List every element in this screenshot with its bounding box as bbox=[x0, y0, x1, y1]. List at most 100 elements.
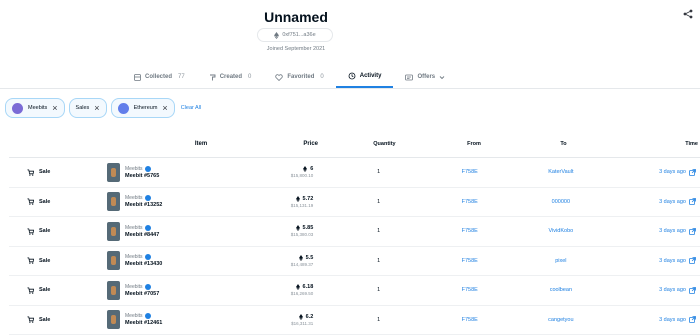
external-link-icon[interactable] bbox=[689, 257, 696, 265]
table-row[interactable]: Sale Meebits Meebit #7057 6.18 $16,269.5… bbox=[9, 276, 700, 306]
time-link[interactable]: 3 days ago bbox=[614, 227, 700, 235]
table-row[interactable]: Sale Meebits Meebit #12461 6.2 $16,311.3… bbox=[9, 306, 700, 335]
collection-name[interactable]: Meebits bbox=[125, 166, 143, 172]
from-link[interactable]: F758E bbox=[432, 199, 508, 205]
from-link[interactable]: F758E bbox=[432, 317, 508, 323]
time-link[interactable]: 3 days ago bbox=[614, 316, 700, 324]
table-row[interactable]: Sale Meebits Meebit #5765 6 $15,800.10 1… bbox=[9, 158, 700, 188]
from-link[interactable]: F758E bbox=[432, 228, 508, 234]
verified-badge-icon bbox=[144, 254, 151, 261]
time-link[interactable]: 3 days ago bbox=[614, 257, 700, 265]
close-icon[interactable]: × bbox=[94, 103, 99, 113]
filter-chip-ethereum[interactable]: Ethereum × bbox=[110, 98, 175, 118]
filter-chip-sales[interactable]: Sales × bbox=[68, 98, 107, 118]
verified-badge-icon bbox=[144, 313, 151, 320]
external-link-icon[interactable] bbox=[689, 227, 696, 235]
item-name[interactable]: Meebit #13252 bbox=[125, 202, 162, 208]
to-link[interactable]: 000000 bbox=[508, 199, 615, 205]
collection-name[interactable]: Meebits bbox=[125, 284, 143, 290]
collection-name[interactable]: Meebits bbox=[125, 313, 143, 319]
external-link-icon[interactable] bbox=[689, 168, 696, 176]
tab-created[interactable]: Created 0 bbox=[197, 66, 264, 88]
time-label[interactable]: 3 days ago bbox=[659, 287, 686, 293]
close-icon[interactable]: × bbox=[162, 103, 167, 113]
collection-name-line: Meebits bbox=[125, 165, 159, 172]
table-row[interactable]: Sale Meebits Meebit #13430 5.5 $14,489.3… bbox=[9, 247, 700, 276]
from-link[interactable]: F758E bbox=[432, 287, 508, 293]
item-cell[interactable]: Meebits Meebit #5765 bbox=[91, 162, 253, 182]
verified-badge-icon bbox=[144, 165, 151, 172]
external-link-icon[interactable] bbox=[689, 198, 696, 206]
ethereum-icon bbox=[274, 31, 280, 39]
tab-label: Activity bbox=[359, 73, 382, 79]
usd-price: $15,800.10 bbox=[290, 173, 314, 179]
nft-thumbnail[interactable] bbox=[107, 162, 121, 182]
item-name[interactable]: Meebit #7057 bbox=[125, 291, 159, 297]
ethereum-icon bbox=[298, 313, 303, 320]
tab-favorited[interactable]: Favorited 0 bbox=[263, 66, 335, 88]
nft-thumbnail[interactable] bbox=[107, 280, 121, 300]
item-name[interactable]: Meebit #5765 bbox=[125, 173, 159, 179]
to-link[interactable]: pixel bbox=[508, 258, 615, 264]
item-cell[interactable]: Meebits Meebit #8447 bbox=[91, 221, 253, 241]
item-cell[interactable]: Meebits Meebit #12461 bbox=[91, 310, 253, 330]
cart-icon bbox=[27, 169, 34, 176]
clear-all-button[interactable]: Clear All bbox=[181, 105, 201, 111]
tab-collected[interactable]: Collected 77 bbox=[122, 66, 197, 88]
collection-name-line: Meebits bbox=[125, 283, 159, 290]
to-link[interactable]: cangetyou bbox=[508, 317, 615, 323]
external-link-icon[interactable] bbox=[689, 286, 696, 294]
verified-badge-icon bbox=[144, 283, 151, 290]
share-button[interactable] bbox=[680, 6, 696, 22]
time-label[interactable]: 3 days ago bbox=[659, 317, 686, 323]
nft-thumbnail[interactable] bbox=[107, 251, 121, 271]
item-cell[interactable]: Meebits Meebit #13252 bbox=[91, 192, 253, 212]
event-label: Sale bbox=[39, 257, 51, 264]
activity-table: Item Price Quantity From To Time Sale Me… bbox=[9, 130, 700, 335]
time-link[interactable]: 3 days ago bbox=[614, 168, 700, 176]
item-cell[interactable]: Meebits Meebit #7057 bbox=[91, 280, 253, 300]
close-icon[interactable]: × bbox=[52, 103, 57, 113]
profile-username: Unnamed bbox=[264, 9, 328, 25]
time-label[interactable]: 3 days ago bbox=[659, 199, 686, 205]
time-link[interactable]: 3 days ago bbox=[614, 198, 700, 206]
quantity-cell: 1 bbox=[377, 228, 381, 235]
ethereum-icon bbox=[298, 254, 303, 261]
tab-label: Collected bbox=[145, 74, 173, 80]
to-link[interactable]: VividKobo bbox=[508, 228, 615, 234]
header-quantity: Quantity bbox=[373, 140, 396, 147]
collection-name[interactable]: Meebits bbox=[125, 225, 143, 231]
wallet-address: 0xf751...a36e bbox=[282, 32, 316, 38]
price-cell: 5.85 $15,380.03 bbox=[253, 225, 325, 237]
to-link[interactable]: coolbean bbox=[508, 287, 615, 293]
nft-thumbnail[interactable] bbox=[107, 310, 121, 330]
nft-thumbnail[interactable] bbox=[107, 192, 121, 212]
brush-icon bbox=[209, 74, 216, 80]
price-cell: 6 $15,800.10 bbox=[253, 166, 325, 178]
table-row[interactable]: Sale Meebits Meebit #8447 5.85 $15,380.0… bbox=[9, 217, 700, 247]
collection-name[interactable]: Meebits bbox=[125, 195, 143, 201]
time-label[interactable]: 3 days ago bbox=[659, 169, 686, 175]
external-link-icon[interactable] bbox=[689, 316, 696, 324]
tab-activity[interactable]: Activity bbox=[335, 66, 394, 88]
table-row[interactable]: Sale Meebits Meebit #13252 5.72 $15,131.… bbox=[9, 188, 700, 217]
tab-label: Favorited bbox=[287, 74, 315, 80]
item-cell[interactable]: Meebits Meebit #13430 bbox=[91, 251, 253, 271]
from-link[interactable]: F758E bbox=[432, 169, 508, 175]
item-name[interactable]: Meebit #13430 bbox=[125, 261, 162, 267]
time-label[interactable]: 3 days ago bbox=[659, 258, 686, 264]
joined-date: Joined September 2021 bbox=[266, 46, 326, 52]
tab-offers[interactable]: Offers bbox=[393, 66, 457, 88]
collection-name[interactable]: Meebits bbox=[125, 254, 143, 260]
to-link[interactable]: KaterVault bbox=[508, 169, 615, 175]
nft-thumbnail[interactable] bbox=[107, 221, 121, 241]
filter-chip-meebits[interactable]: Meebits × bbox=[5, 98, 65, 118]
time-label[interactable]: 3 days ago bbox=[659, 228, 686, 234]
item-name[interactable]: Meebit #8447 bbox=[125, 232, 159, 238]
from-link[interactable]: F758E bbox=[432, 258, 508, 264]
time-link[interactable]: 3 days ago bbox=[614, 286, 700, 294]
item-name[interactable]: Meebit #12461 bbox=[125, 320, 162, 326]
wallet-address-pill[interactable]: 0xf751...a36e bbox=[257, 28, 333, 42]
collection-name-line: Meebits bbox=[125, 254, 162, 261]
offers-icon bbox=[405, 74, 414, 80]
